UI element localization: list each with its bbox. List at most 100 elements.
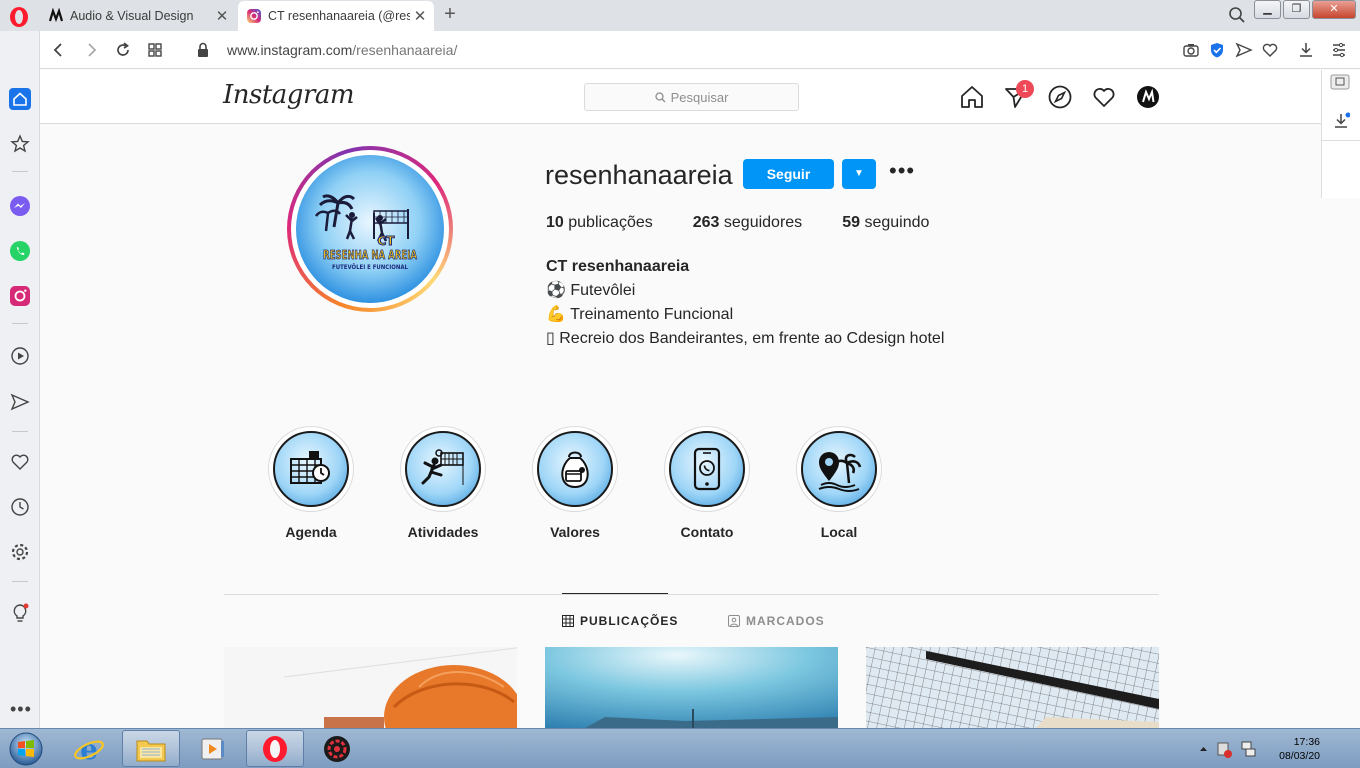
following-stat[interactable]: 59 seguindo bbox=[842, 214, 929, 232]
close-window-button[interactable]: ✕ bbox=[1312, 0, 1356, 19]
taskbar-app[interactable] bbox=[308, 730, 366, 767]
restore-button[interactable]: ❐ bbox=[1283, 0, 1310, 19]
home-icon[interactable] bbox=[959, 84, 985, 110]
post-thumbnail[interactable] bbox=[545, 647, 838, 728]
tab-close-icon[interactable]: ✕ bbox=[212, 7, 232, 25]
reload-icon[interactable] bbox=[114, 41, 132, 59]
back-icon[interactable] bbox=[50, 41, 68, 59]
tab-audio-visual-design[interactable]: Audio & Visual Design ✕ bbox=[40, 1, 236, 31]
whatsapp-icon[interactable] bbox=[9, 240, 31, 262]
phone-whatsapp-icon bbox=[693, 447, 721, 491]
suggested-accounts-dropdown-button[interactable]: ▼ bbox=[842, 159, 876, 189]
easy-setup-icon[interactable] bbox=[1330, 41, 1348, 59]
tabs-divider bbox=[224, 594, 1159, 595]
instagram-icon[interactable] bbox=[9, 285, 31, 307]
panel-download-icon[interactable] bbox=[1332, 112, 1350, 130]
taskbar-file-explorer[interactable] bbox=[122, 730, 180, 767]
search-icon bbox=[654, 91, 666, 102]
tips-lightbulb-icon[interactable] bbox=[9, 602, 31, 624]
tab-search-icon[interactable] bbox=[1228, 6, 1246, 24]
story-highlight-valores[interactable]: Valores bbox=[532, 426, 618, 540]
extension-panel bbox=[1321, 70, 1360, 198]
home-speed-dial-icon[interactable] bbox=[9, 88, 31, 110]
followers-label: seguidores bbox=[723, 214, 803, 231]
tabs-grid-icon[interactable] bbox=[146, 41, 164, 59]
forward-icon[interactable] bbox=[82, 41, 100, 59]
bookmarks-star-icon[interactable] bbox=[9, 133, 31, 155]
post-thumbnail[interactable] bbox=[224, 647, 517, 728]
personal-news-heart-icon[interactable] bbox=[9, 451, 31, 473]
story-highlight-atividades[interactable]: Atividades bbox=[400, 426, 486, 540]
avatar-image: CT RESENHA NA AREIA FUTEVÔLEI E FUNCIONA… bbox=[296, 155, 444, 303]
download-icon[interactable] bbox=[1297, 41, 1315, 59]
profile-bio: CT resenhanaareia ⚽ Futevôlei 💪 Treiname… bbox=[546, 255, 944, 351]
snapshot-icon[interactable] bbox=[1182, 41, 1200, 59]
search-input[interactable]: Pesquisar bbox=[584, 83, 799, 111]
more-options-button[interactable]: ••• bbox=[889, 160, 914, 186]
panel-restore-icon[interactable] bbox=[1330, 74, 1350, 90]
tab-instagram-profile[interactable]: CT resenhanaareia (@resen ✕ bbox=[238, 1, 434, 31]
bio-line: 💪 Treinamento Funcional bbox=[546, 306, 734, 323]
avatar-main-text: RESENHA NA AREIA bbox=[323, 247, 417, 262]
sidebar-more-icon[interactable]: ••• bbox=[10, 699, 32, 720]
highlight-ring bbox=[796, 426, 882, 512]
highlight-ring bbox=[664, 426, 750, 512]
profile-avatar-icon[interactable] bbox=[1135, 84, 1161, 110]
highlight-cover bbox=[405, 431, 481, 507]
following-label: seguindo bbox=[864, 214, 930, 231]
profile-avatar[interactable]: CT RESENHA NA AREIA FUTEVÔLEI E FUNCIONA… bbox=[287, 146, 453, 312]
follow-button[interactable]: Seguir bbox=[743, 159, 834, 189]
new-tab-button[interactable]: + bbox=[440, 3, 460, 26]
story-highlight-local[interactable]: Local bbox=[796, 426, 882, 540]
show-hidden-icons-icon[interactable] bbox=[1200, 747, 1207, 751]
highlight-cover bbox=[537, 431, 613, 507]
system-clock[interactable]: 17:36 08/03/20 bbox=[1272, 735, 1320, 763]
taskbar-media-player[interactable] bbox=[184, 730, 242, 767]
highlight-ring bbox=[532, 426, 618, 512]
clock-date: 08/03/20 bbox=[1279, 750, 1320, 762]
followers-stat[interactable]: 263 seguidores bbox=[693, 214, 802, 232]
post-thumbnail[interactable] bbox=[866, 647, 1159, 728]
browser-tab-bar: Audio & Visual Design ✕ CT resenhanaarei… bbox=[0, 0, 1360, 31]
windows-start-button[interactable] bbox=[4, 731, 48, 767]
tab-publicacoes[interactable]: PUBLICAÇÕES bbox=[562, 614, 678, 628]
sidebar-divider bbox=[12, 171, 28, 172]
tagged-person-icon bbox=[728, 615, 740, 627]
sidebar-divider bbox=[12, 431, 28, 432]
history-clock-icon[interactable] bbox=[9, 496, 31, 518]
highlight-ring bbox=[268, 426, 354, 512]
lock-icon[interactable] bbox=[194, 41, 212, 59]
tab-close-icon[interactable]: ✕ bbox=[410, 7, 430, 25]
highlight-label: Local bbox=[820, 524, 858, 540]
panel-divider bbox=[1322, 140, 1360, 141]
tab-label: PUBLICAÇÕES bbox=[580, 614, 679, 628]
highlight-label: Contato bbox=[680, 524, 734, 540]
player-icon[interactable] bbox=[9, 345, 31, 367]
settings-gear-icon[interactable] bbox=[9, 541, 31, 563]
url-field[interactable]: www.instagram.com/resenhanaareia/ bbox=[227, 42, 457, 58]
media-player-icon bbox=[201, 738, 224, 759]
opera-menu-icon[interactable] bbox=[8, 6, 30, 28]
url-path: /resenhanaareia/ bbox=[352, 42, 458, 58]
adblock-shield-icon[interactable] bbox=[1208, 41, 1226, 59]
highlight-label: Atividades bbox=[407, 524, 479, 540]
windows-taskbar: e 17:36 08/03/20 bbox=[0, 728, 1360, 768]
explore-compass-icon[interactable] bbox=[1047, 84, 1073, 110]
story-highlight-contato[interactable]: Contato bbox=[664, 426, 750, 540]
story-highlight-agenda[interactable]: Agenda bbox=[268, 426, 354, 540]
my-flow-send-icon[interactable] bbox=[9, 391, 31, 413]
taskbar-internet-explorer[interactable]: e bbox=[60, 730, 118, 767]
messenger-icon[interactable] bbox=[9, 195, 31, 217]
taskbar-opera[interactable] bbox=[246, 730, 304, 767]
posts-stat: 10 publicações bbox=[546, 214, 653, 232]
minimize-button[interactable]: ▁ bbox=[1254, 0, 1281, 19]
tab-marcados[interactable]: MARCADOS bbox=[728, 614, 825, 628]
highlight-label: Valores bbox=[550, 524, 600, 540]
network-icon[interactable] bbox=[1241, 741, 1252, 750]
bookmark-heart-icon[interactable] bbox=[1261, 41, 1279, 59]
post-image bbox=[224, 647, 517, 728]
instagram-logo[interactable]: Instagram bbox=[223, 80, 355, 110]
app-gear-icon bbox=[324, 735, 350, 762]
send-icon[interactable] bbox=[1235, 41, 1253, 59]
activity-heart-icon[interactable] bbox=[1091, 84, 1117, 110]
